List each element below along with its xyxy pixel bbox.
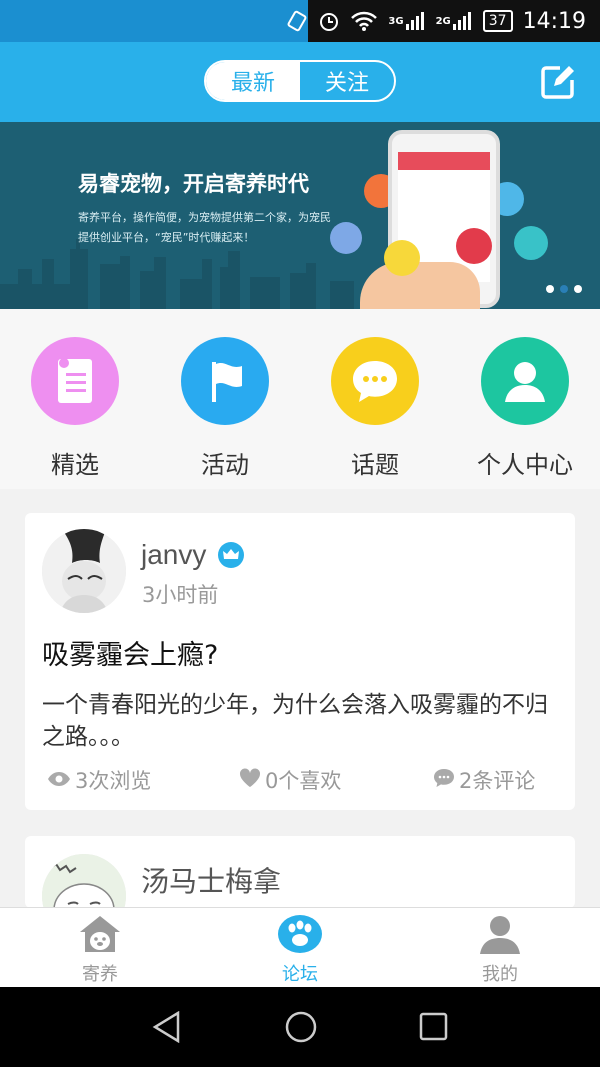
post-comments[interactable]: 2条评论 <box>433 765 535 795</box>
eye-icon <box>47 768 71 792</box>
quick-nav-topics[interactable]: 话题 <box>300 309 450 489</box>
wifi-icon <box>350 10 378 32</box>
tab-label: 我的 <box>482 964 518 985</box>
heart-icon <box>239 767 261 793</box>
person-icon <box>481 337 569 425</box>
tab-forum[interactable]: 论坛 <box>200 908 400 987</box>
feed-segmented-control: 最新 关注 <box>204 60 396 102</box>
quick-nav: 精选 活动 话题 个人中心 <box>0 309 600 489</box>
net-type-2: 2G <box>435 15 451 27</box>
hand-graphic <box>360 262 480 309</box>
back-icon[interactable] <box>152 1010 182 1047</box>
tab-label: 论坛 <box>282 964 318 985</box>
flag-bubble-icon <box>384 240 420 276</box>
status-time: 14:19 <box>522 8 586 34</box>
quick-nav-profile[interactable]: 个人中心 <box>450 309 600 489</box>
post-time: 3小时前 <box>142 583 219 607</box>
home-icon[interactable] <box>284 1010 318 1048</box>
pagination-dot-active[interactable] <box>560 285 568 293</box>
quick-nav-label: 个人中心 <box>477 451 573 479</box>
edit-icon[interactable] <box>540 64 576 100</box>
post-body[interactable]: 一个青春阳光的少年，为什么会落入吸雾霾的不归之路。。。 <box>42 689 562 753</box>
signal-3g-icon: 3G <box>388 10 425 32</box>
signal-2g-icon: 2G <box>436 10 473 32</box>
post-card[interactable]: 汤马士梅拿 <box>25 836 575 908</box>
battery-icon: 37 <box>482 10 513 32</box>
avatar[interactable] <box>42 854 126 908</box>
quick-nav-label: 精选 <box>51 451 99 479</box>
banner-subtitle: 寄养平台，操作简便，为宠物提供第二个家，为宠民提供创业平台，“宠民”时代赚起来！ <box>78 211 331 244</box>
mail-bubble-icon <box>456 228 492 264</box>
views-count: 3次浏览 <box>75 769 152 793</box>
post-likes[interactable]: 0个喜欢 <box>239 765 341 795</box>
system-nav-bar <box>0 987 600 1067</box>
pagination-dot[interactable] <box>574 285 582 293</box>
house-dog-icon <box>78 914 122 958</box>
vibrate-icon <box>286 10 308 32</box>
user-icon <box>478 914 522 958</box>
comment-icon <box>433 768 455 793</box>
bottom-tab-bar: 寄养 论坛 我的 <box>0 907 600 987</box>
quick-nav-label: 活动 <box>201 451 249 479</box>
post-card[interactable]: janvy 3小时前 吸雾霾会上瘾? 一个青春阳光的少年，为什么会落入吸雾霾的不… <box>25 513 575 810</box>
chat-icon <box>331 337 419 425</box>
avatar[interactable] <box>42 529 126 613</box>
banner-pagination <box>546 285 582 293</box>
banner-title: 易睿宠物，开启寄养时代 <box>78 172 309 196</box>
pagination-dot[interactable] <box>546 285 554 293</box>
likes-count: 0个喜欢 <box>265 769 342 793</box>
status-bar: 3G 2G 37 14:19 <box>0 0 600 42</box>
promo-banner[interactable]: 易睿宠物，开启寄养时代 寄养平台，操作简便，为宠物提供第二个家，为宠民提供创业平… <box>0 122 600 309</box>
recents-icon[interactable] <box>419 1012 449 1046</box>
verified-crown-icon <box>218 542 244 568</box>
app-header: 最新 关注 <box>0 42 600 122</box>
tab-foster[interactable]: 寄养 <box>0 908 200 987</box>
tab-following[interactable]: 关注 <box>300 62 394 100</box>
post-author[interactable]: janvy <box>141 539 206 571</box>
comments-count: 2条评论 <box>459 769 536 793</box>
quick-nav-featured[interactable]: 精选 <box>0 309 150 489</box>
document-icon <box>31 337 119 425</box>
tab-label: 寄养 <box>82 964 118 985</box>
home-bubble-icon <box>514 226 548 260</box>
tab-latest[interactable]: 最新 <box>206 62 300 100</box>
paw-icon <box>277 914 323 958</box>
tab-mine[interactable]: 我的 <box>400 908 600 987</box>
post-author[interactable]: 汤马士梅拿 <box>141 860 281 900</box>
flag-icon <box>181 337 269 425</box>
post-views: 3次浏览 <box>47 765 151 795</box>
quick-nav-label: 话题 <box>351 451 399 479</box>
quick-nav-activity[interactable]: 活动 <box>150 309 300 489</box>
post-title[interactable]: 吸雾霾会上瘾? <box>42 633 218 672</box>
eye-bubble-icon <box>330 222 362 254</box>
status-bar-icons: 3G 2G 37 14:19 <box>287 0 600 42</box>
alarm-icon <box>318 10 340 32</box>
net-type-1: 3G <box>388 15 404 27</box>
